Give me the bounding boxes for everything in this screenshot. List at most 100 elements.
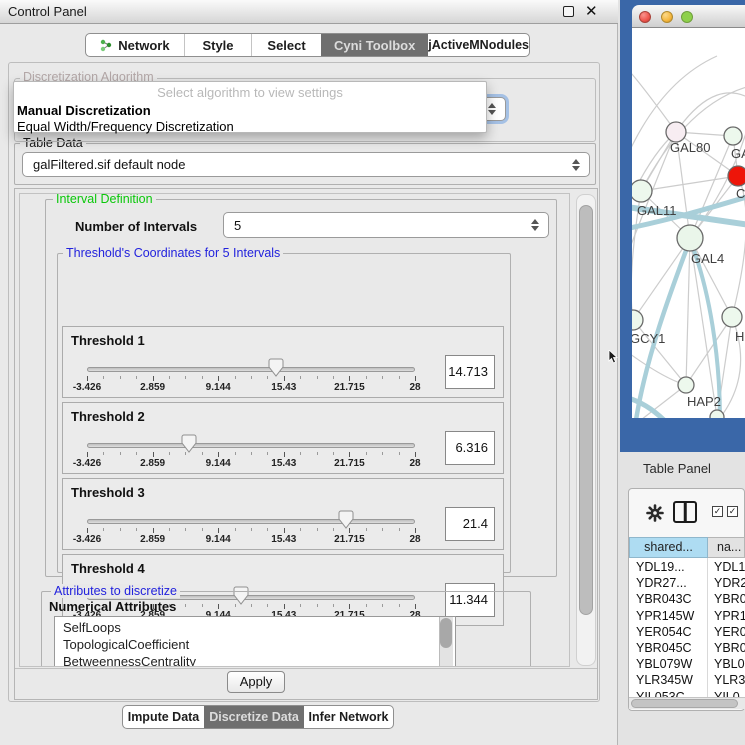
tab-cyni-toolbox[interactable]: Cyni Toolbox — [321, 34, 428, 56]
table-row[interactable]: YDL19...YDL1 — [629, 560, 745, 577]
checkbox-icon[interactable] — [712, 506, 723, 517]
slider-minor-tick — [235, 376, 236, 379]
tab-impute-data[interactable]: Impute Data — [123, 706, 204, 728]
network-node-label: C — [736, 186, 745, 201]
slider-minor-tick — [317, 376, 318, 379]
checkbox-icon[interactable] — [727, 506, 738, 517]
table-row[interactable]: YBL079WYBL0 — [629, 657, 745, 674]
network-node-label: GAL11 — [637, 203, 677, 218]
threshold-slider-thumb[interactable] — [268, 358, 284, 377]
panel-scrollbar-thumb[interactable] — [579, 205, 593, 615]
slider-tick-label: 21.715 — [327, 382, 371, 393]
table-row[interactable]: YBR045CYBR0 — [629, 641, 745, 658]
threshold-slider-track[interactable] — [87, 519, 415, 524]
threshold-value-field[interactable]: 6.316 — [445, 431, 495, 465]
numerical-attributes-label: Numerical Attributes — [49, 599, 176, 614]
tab-discretize-data[interactable]: Discretize Data — [204, 706, 304, 728]
combo-arrows-icon — [531, 219, 539, 231]
threshold-slider-track[interactable] — [87, 367, 415, 372]
attribute-list-scrollbar-thumb[interactable] — [440, 618, 452, 648]
slider-minor-tick — [366, 376, 367, 379]
slider-minor-tick — [120, 452, 121, 455]
network-node-gal80[interactable] — [666, 122, 686, 142]
option-manual-discretization[interactable]: Manual Discretization — [17, 103, 151, 118]
table-row[interactable]: YPR145WYPR1 — [629, 609, 745, 626]
table-row[interactable]: YER054CYER0 — [629, 625, 745, 642]
cell-shared-name: YDR27... — [636, 576, 687, 590]
network-node-label: HAP2 — [687, 394, 721, 409]
tab-jactivemnodules[interactable]: jActiveMNodules — [428, 34, 529, 56]
cell-name: YER0 — [714, 625, 745, 639]
list-item-betweennesscentrality[interactable]: BetweennessCentrality — [63, 654, 196, 667]
algorithm-placeholder: Select algorithm to view settings — [14, 85, 486, 100]
table-row[interactable]: YLR345WYLR3 — [629, 673, 745, 690]
number-of-intervals-value: 5 — [234, 213, 241, 237]
cell-shared-name: YDL19... — [636, 560, 685, 574]
slider-tick — [415, 376, 416, 381]
slider-tick — [415, 528, 416, 533]
table-data-combobox[interactable]: galFiltered.sif default node — [22, 152, 590, 177]
float-window-icon[interactable] — [563, 6, 574, 17]
slider-minor-tick — [366, 452, 367, 455]
network-node-hap2[interactable] — [678, 377, 694, 393]
close-icon[interactable] — [585, 2, 598, 20]
control-panel-titlebar — [0, 0, 618, 24]
network-node-gal4[interactable] — [677, 225, 703, 251]
network-edge[interactable] — [633, 238, 690, 320]
minimize-traffic-light-icon[interactable] — [661, 11, 673, 23]
tab-network[interactable]: Network — [86, 34, 184, 56]
network-node-label: GAL4 — [691, 251, 724, 266]
threshold-slider-thumb[interactable] — [181, 434, 197, 453]
threshold-value-field[interactable]: 14.713 — [445, 355, 495, 389]
slider-minor-tick — [251, 452, 252, 455]
number-of-intervals-combobox[interactable]: 5 — [223, 212, 549, 238]
table-hscrollbar-thumb[interactable] — [631, 699, 738, 708]
slider-minor-tick — [202, 376, 203, 379]
tab-select[interactable]: Select — [251, 34, 321, 56]
slider-tick — [87, 452, 88, 457]
network-edge[interactable] — [637, 385, 686, 418]
column-divider — [707, 558, 708, 697]
combo-arrows-icon — [488, 103, 496, 115]
table-row[interactable]: YIL053CYIL0 — [629, 690, 745, 697]
option-equal-width-frequency[interactable]: Equal Width/Frequency Discretization — [17, 119, 234, 134]
slider-tick — [284, 528, 285, 533]
tab-infer-network[interactable]: Infer Network — [304, 706, 393, 728]
table-header-row: shared... na... — [629, 537, 745, 558]
network-node-unlabeled[interactable] — [710, 410, 724, 418]
threshold-label: Threshold 2 — [71, 409, 145, 424]
network-edge[interactable] — [686, 238, 690, 385]
table-row[interactable]: YBR043CYBR0 — [629, 592, 745, 609]
split-columns-icon[interactable] — [673, 501, 697, 523]
table-row[interactable]: YDR27...YDR2 — [629, 576, 745, 593]
slider-tick-label: 2.859 — [131, 382, 175, 393]
list-item-topologicalcoefficient[interactable]: TopologicalCoefficient — [63, 637, 189, 652]
cell-name: YBL0 — [714, 657, 745, 671]
network-node-gcy1[interactable] — [632, 310, 643, 330]
slider-minor-tick — [333, 452, 334, 455]
tab-style[interactable]: Style — [184, 34, 251, 56]
column-header-name[interactable]: na... — [708, 537, 745, 558]
slider-minor-tick — [169, 528, 170, 531]
threshold-slider-track[interactable] — [87, 443, 415, 448]
slider-minor-tick — [136, 452, 137, 455]
slider-minor-tick — [399, 376, 400, 379]
network-node-c[interactable] — [728, 166, 745, 186]
network-view[interactable]: GAL80GACGAL11GAL4GCY1HHAP2 — [632, 28, 745, 418]
gear-icon[interactable] — [646, 504, 664, 522]
threshold-slider-thumb[interactable] — [338, 510, 354, 529]
column-header-shared[interactable]: shared... — [629, 537, 708, 558]
list-item-selfloops[interactable]: SelfLoops — [63, 620, 121, 635]
network-edge[interactable] — [686, 317, 732, 385]
network-edge[interactable] — [632, 63, 676, 132]
zoom-traffic-light-icon[interactable] — [681, 11, 693, 23]
network-node-ga[interactable] — [724, 127, 742, 145]
network-node-gal11[interactable] — [632, 180, 652, 202]
network-edge[interactable] — [632, 348, 686, 385]
network-node-h[interactable] — [722, 307, 742, 327]
close-traffic-light-icon[interactable] — [639, 11, 651, 23]
slider-tick-label: 9.144 — [196, 382, 240, 393]
slider-minor-tick — [136, 376, 137, 379]
apply-button[interactable]: Apply — [227, 671, 285, 693]
threshold-value-field[interactable]: 21.4 — [445, 507, 495, 541]
